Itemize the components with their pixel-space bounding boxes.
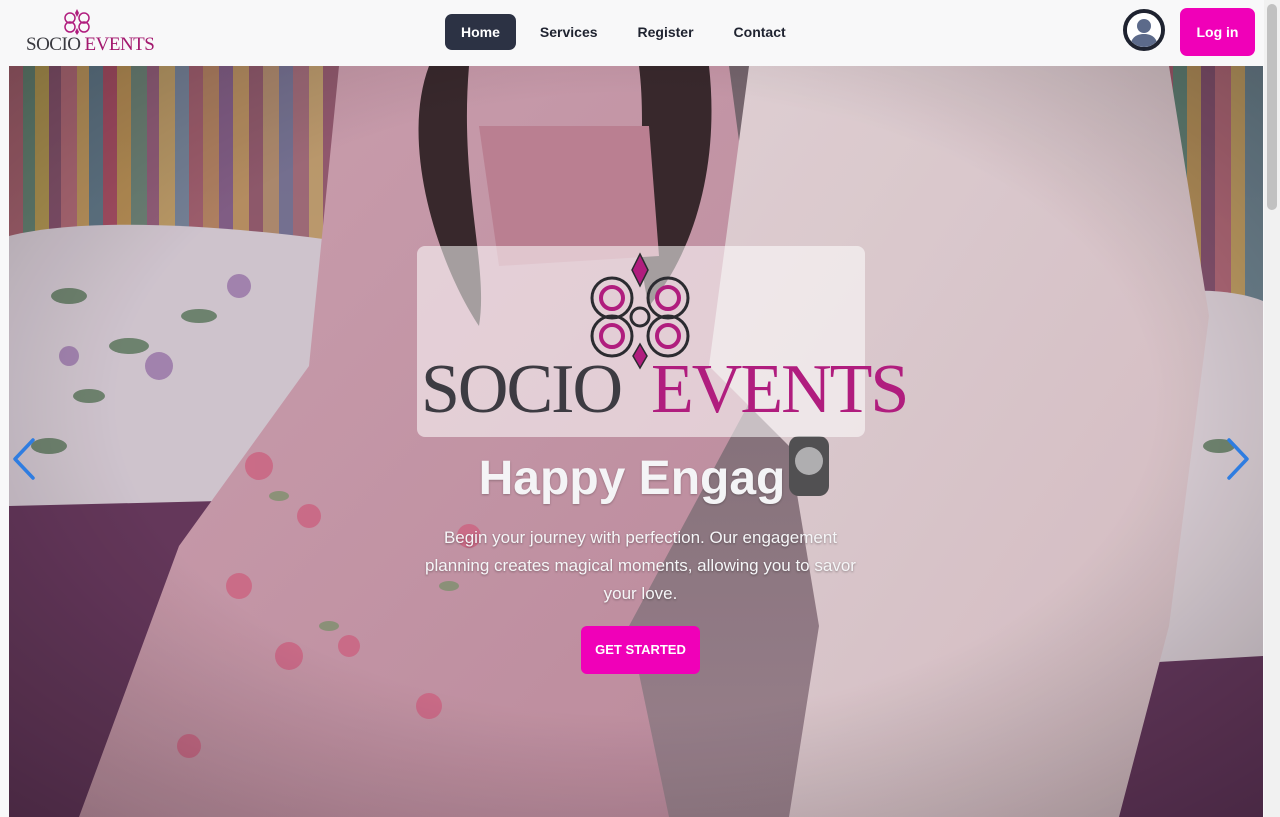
- brand-ornament-icon: [64, 9, 90, 35]
- navbar: SOCIO EVENTS Home Services Register Conta…: [0, 0, 1264, 66]
- brand-word-events: EVENTS: [84, 34, 155, 55]
- chevron-right-icon: [1227, 438, 1249, 480]
- nav-menu: Home Services Register Contact: [445, 14, 810, 50]
- hero-logo-word-socio: SOCIO: [421, 351, 623, 428]
- nav-services[interactable]: Services: [524, 14, 614, 50]
- page-scrollbar[interactable]: [1264, 0, 1280, 817]
- brand-name: SOCIO EVENTS: [26, 34, 155, 56]
- brand-word-socio: SOCIO: [26, 34, 81, 55]
- hero-logo: SOCIO EVENTS: [417, 246, 909, 437]
- hero-carousel: SOCIO EVENTS Happy Engag Begin your journ…: [9, 66, 1263, 817]
- carousel-next-button[interactable]: [1223, 434, 1253, 484]
- nav-register[interactable]: Register: [622, 14, 710, 50]
- brand-logo[interactable]: SOCIO EVENTS: [24, 8, 155, 56]
- hero-logo-word-events: EVENTS: [651, 351, 909, 428]
- user-avatar-icon: [1127, 13, 1161, 47]
- chevron-left-icon: [13, 438, 35, 480]
- carousel-prev-button[interactable]: [9, 434, 39, 484]
- hero-overlay: [9, 66, 1263, 817]
- login-button[interactable]: Log in: [1180, 8, 1255, 56]
- get-started-button[interactable]: GET STARTED: [581, 626, 700, 674]
- hero-description: Begin your journey with perfection. Our …: [425, 528, 856, 603]
- user-avatar-button[interactable]: [1123, 9, 1165, 51]
- nav-contact[interactable]: Contact: [718, 14, 802, 50]
- hero-logo-text: SOCIO EVENTS: [421, 350, 909, 430]
- hero-title: Happy Engag: [478, 452, 786, 505]
- scrollbar-thumb[interactable]: [1267, 4, 1277, 210]
- nav-home[interactable]: Home: [445, 14, 516, 50]
